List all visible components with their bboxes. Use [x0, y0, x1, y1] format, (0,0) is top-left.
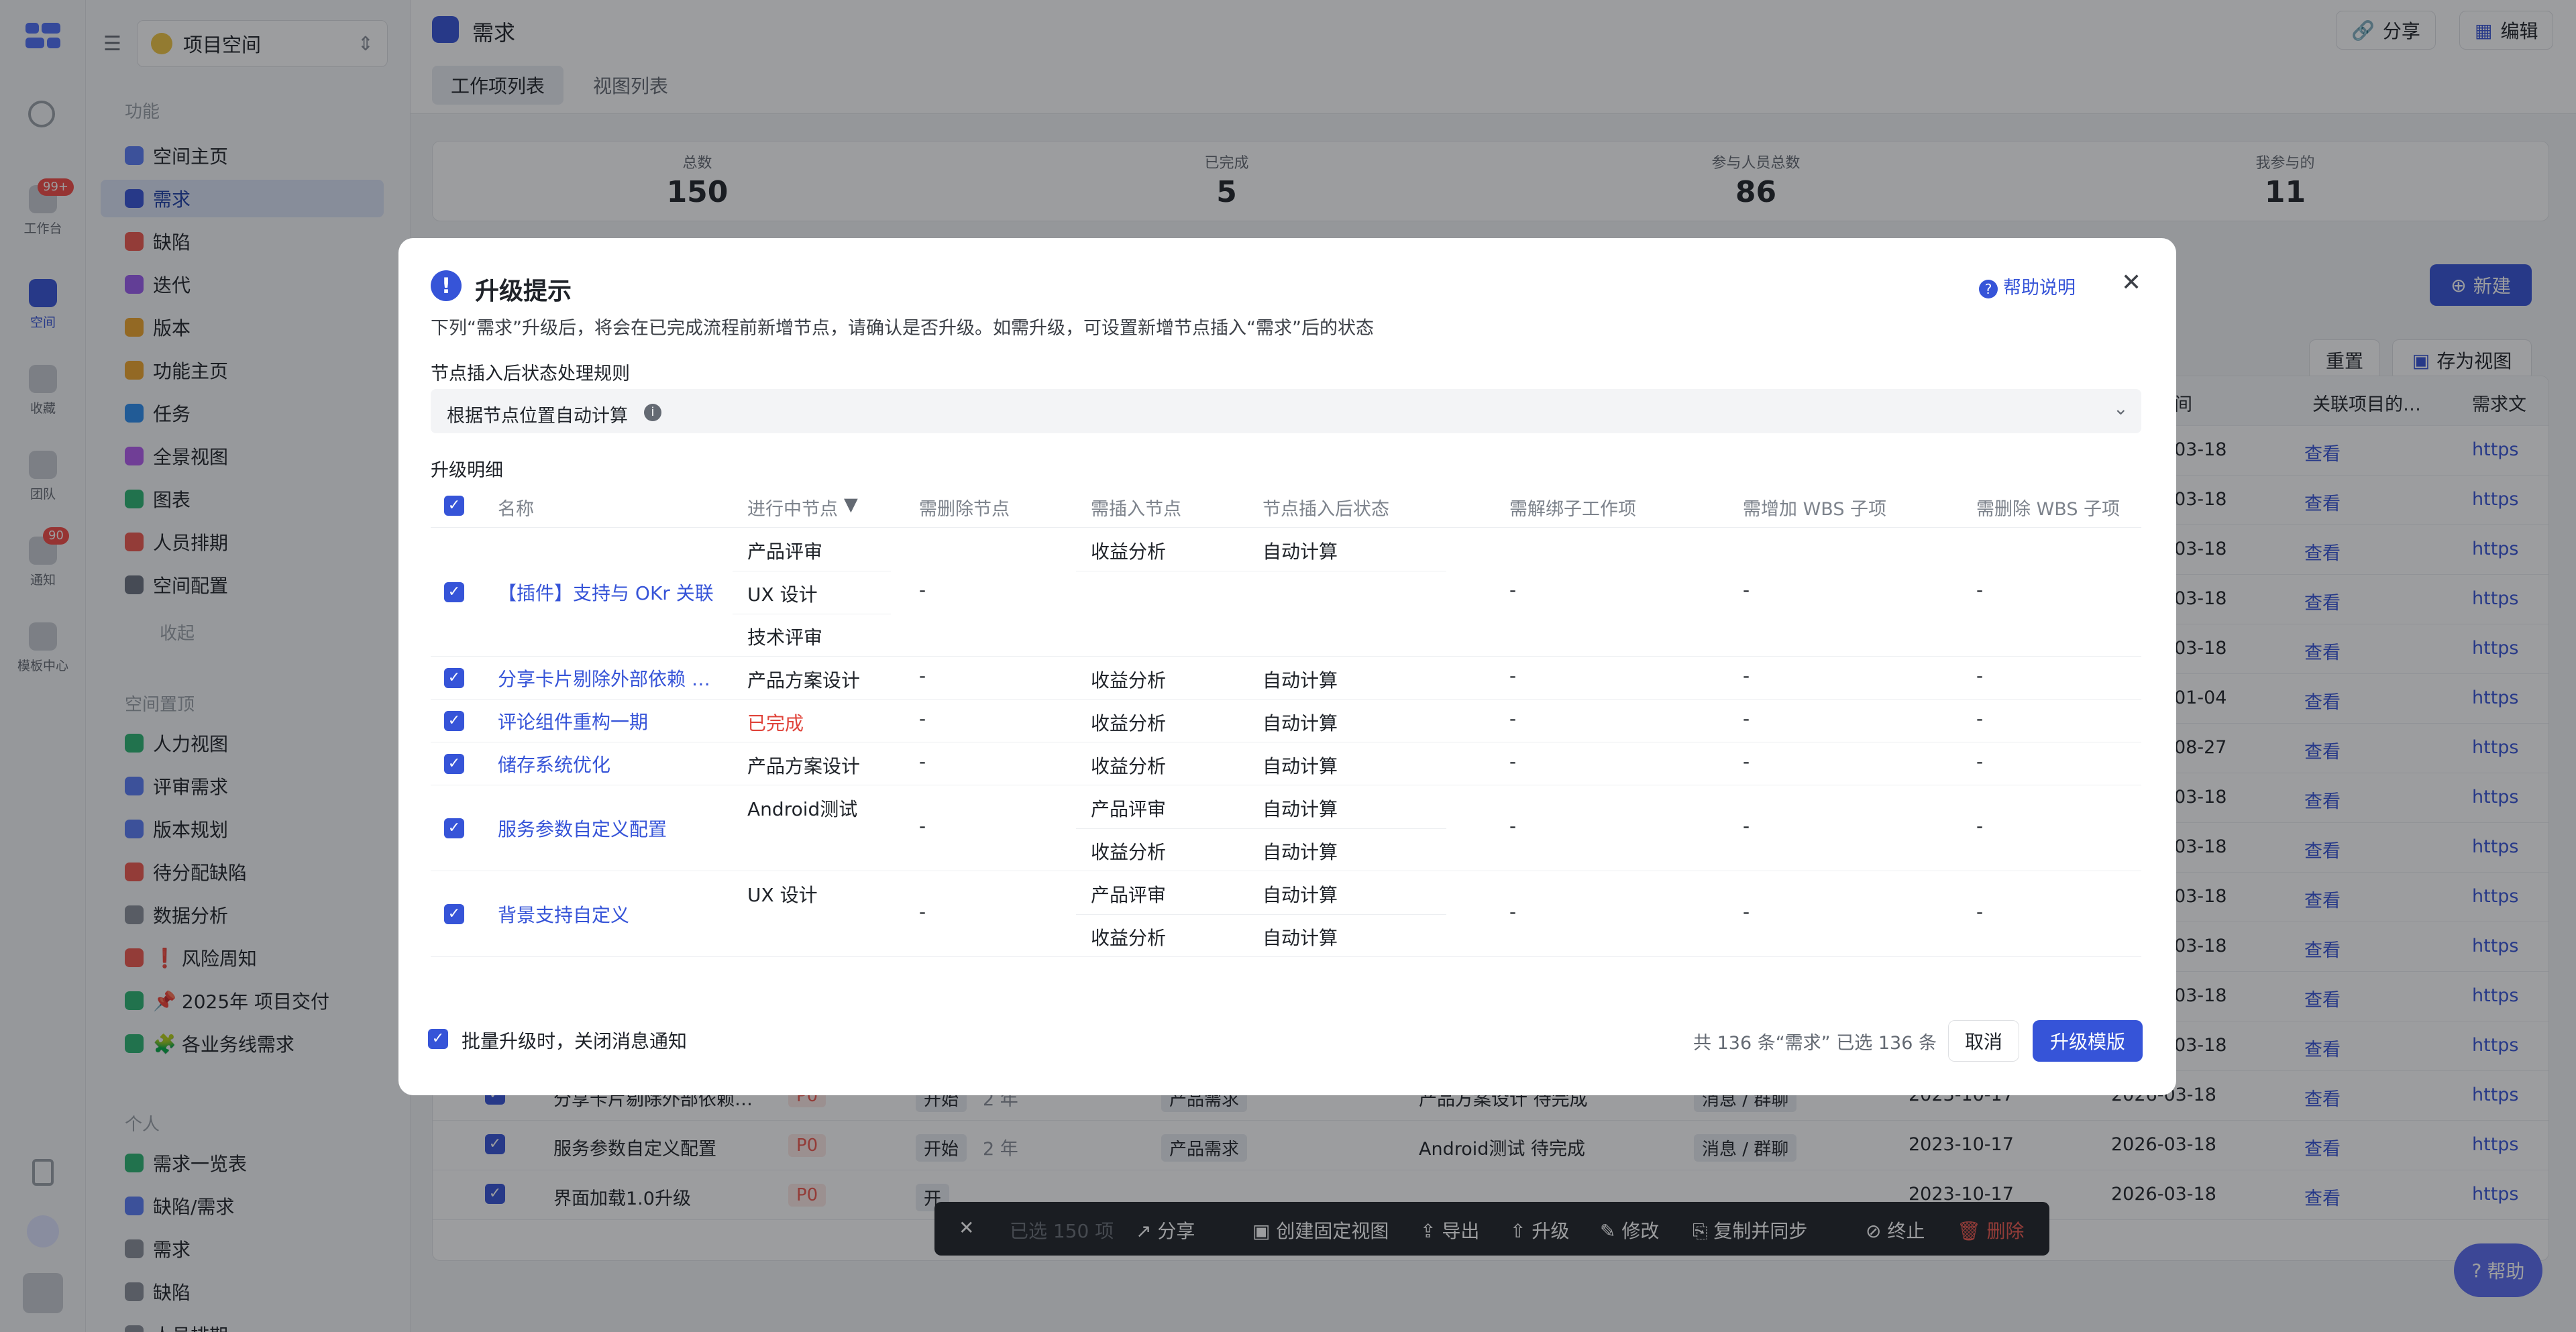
cell-del-wbs: - [1976, 901, 1984, 923]
cell-add-wbs: - [1743, 579, 1750, 601]
cell-unbind: - [1509, 579, 1517, 601]
upgrade-dialog: ! 升级提示 ? 帮助说明 ✕ 下列“需求”升级后，将会在已完成流程前新增节点，请… [398, 238, 2176, 1095]
cell-name[interactable]: 储存系统优化 [498, 751, 610, 777]
cell-state: 自动计算 [1263, 755, 1338, 777]
row-checkbox[interactable]: ✓ [444, 711, 464, 731]
detail-row[interactable]: ✓ 储存系统优化 产品方案设计 - 收益分析 自动计算 - - - [431, 742, 2141, 785]
cell-del-nodes: - [919, 579, 926, 601]
cell-state: 自动计算 [1263, 798, 1338, 820]
cell-node: 产品评审 [747, 541, 823, 563]
dialog-title: 升级提示 [475, 278, 572, 305]
cell-unbind: - [1509, 901, 1517, 923]
detail-row[interactable]: ✓ 服务参数自定义配置 Android测试 - 产品评审 收益分析 自动计算 自动计算 - - - [431, 785, 2141, 871]
cell-del-wbs: - [1976, 708, 1984, 730]
cell-del-nodes: - [919, 665, 926, 687]
cell-name[interactable]: 分享卡片剔除外部依赖 … [498, 665, 710, 691]
row-checkbox[interactable]: ✓ [444, 582, 464, 602]
cell-del-wbs: - [1976, 751, 1984, 773]
sub-divider [1076, 914, 1446, 915]
cell-add-wbs: - [1743, 815, 1750, 837]
cell-unbind: - [1509, 708, 1517, 730]
detail-row[interactable]: ✓ 【插件】支持与 OKr 关联 产品评审 UX 设计技术评审 - 收益分析 自动计算 - - - [431, 528, 2141, 657]
cell-name[interactable]: 【插件】支持与 OKr 关联 [498, 579, 714, 606]
cell-del-nodes: - [919, 708, 926, 730]
cell-del-wbs: - [1976, 815, 1984, 837]
cell-del-nodes: - [919, 901, 926, 923]
cell-name[interactable]: 服务参数自定义配置 [498, 815, 667, 842]
cell-state: 自动计算 [1263, 669, 1338, 691]
cell-node: 产品方案设计 [747, 669, 861, 691]
cell-state: 自动计算 [1263, 927, 1338, 949]
cell-node: 技术评审 [747, 626, 823, 649]
detail-table-header: ✓ 名称 进行中节点 ▼ 需删除节点 需插入节点 节点插入后状态 需解绑子工作项… [431, 485, 2141, 528]
cell-state: 自动计算 [1263, 841, 1338, 863]
detail-row[interactable]: ✓ 背景支持自定义 UX 设计 - 产品评审 收益分析 自动计算 自动计算 - - - [431, 871, 2141, 957]
detail-row[interactable]: ✓ 评论组件重构一期 已完成 - 收益分析 自动计算 - - - [431, 700, 2141, 742]
cell-state: 自动计算 [1263, 712, 1338, 734]
detail-label: 升级明细 [431, 460, 503, 481]
upgrade-template-button[interactable]: 升级模版 [2033, 1020, 2143, 1062]
cell-del-nodes: - [919, 751, 926, 773]
chevron-down-icon: ⌄ [2113, 398, 2129, 419]
row-checkbox[interactable]: ✓ [444, 904, 464, 924]
cell-node: 已完成 [747, 712, 804, 734]
cell-del-nodes: - [919, 815, 926, 837]
cell-state: 自动计算 [1263, 541, 1338, 563]
cell-insert-node: 产品评审 [1091, 798, 1167, 820]
alert-icon: ! [431, 270, 462, 301]
cell-del-wbs: - [1976, 579, 1984, 601]
cell-unbind: - [1509, 815, 1517, 837]
cell-node: UX 设计 [747, 584, 818, 606]
cancel-button[interactable]: 取消 [1948, 1020, 2019, 1062]
rule-select[interactable]: 根据节点位置自动计算 i ⌄ [431, 389, 2141, 433]
cell-state: 自动计算 [1263, 884, 1338, 906]
cell-del-wbs: - [1976, 665, 1984, 687]
row-checkbox[interactable]: ✓ [444, 754, 464, 774]
close-icon[interactable]: ✕ [2121, 269, 2141, 296]
cell-name[interactable]: 背景支持自定义 [498, 901, 629, 928]
detail-row[interactable]: ✓ 分享卡片剔除外部依赖 … 产品方案设计 - 收益分析 自动计算 - - - [431, 657, 2141, 700]
notify-option[interactable]: ✓ 批量升级时，关闭消息通知 [405, 1004, 715, 1074]
cell-node: Android测试 [747, 798, 858, 820]
cell-insert-node: 收益分析 [1091, 927, 1167, 949]
cell-add-wbs: - [1743, 665, 1750, 687]
cell-node: 产品方案设计 [747, 755, 861, 777]
dialog-description: 下列“需求”升级后，将会在已完成流程前新增节点，请确认是否升级。如需升级，可设置… [431, 318, 1374, 339]
row-checkbox[interactable]: ✓ [444, 668, 464, 688]
cell-add-wbs: - [1743, 901, 1750, 923]
question-icon: ? [1979, 280, 1998, 298]
cell-insert-node: 收益分析 [1091, 841, 1167, 863]
rule-label: 节点插入后状态处理规则 [431, 364, 630, 384]
filter-icon[interactable]: ▼ [844, 494, 858, 515]
cell-insert-node: 收益分析 [1091, 541, 1167, 563]
info-icon: i [644, 404, 661, 421]
cell-insert-node: 收益分析 [1091, 755, 1167, 777]
selection-summary: 共 136 条“需求” 已选 136 条 [1693, 1033, 1937, 1054]
cell-add-wbs: - [1743, 751, 1750, 773]
cell-node: UX 设计 [747, 884, 818, 906]
select-all-checkbox[interactable]: ✓ [444, 496, 464, 516]
cell-unbind: - [1509, 751, 1517, 773]
cell-unbind: - [1509, 665, 1517, 687]
sub-divider [1076, 828, 1446, 829]
cell-insert-node: 收益分析 [1091, 712, 1167, 734]
cell-name[interactable]: 评论组件重构一期 [498, 708, 648, 734]
notify-checkbox[interactable]: ✓ [428, 1029, 448, 1049]
cell-add-wbs: - [1743, 708, 1750, 730]
row-checkbox[interactable]: ✓ [444, 818, 464, 838]
cell-insert-node: 收益分析 [1091, 669, 1167, 691]
help-link[interactable]: ? 帮助说明 [1979, 273, 2076, 299]
cell-insert-node: 产品评审 [1091, 884, 1167, 906]
